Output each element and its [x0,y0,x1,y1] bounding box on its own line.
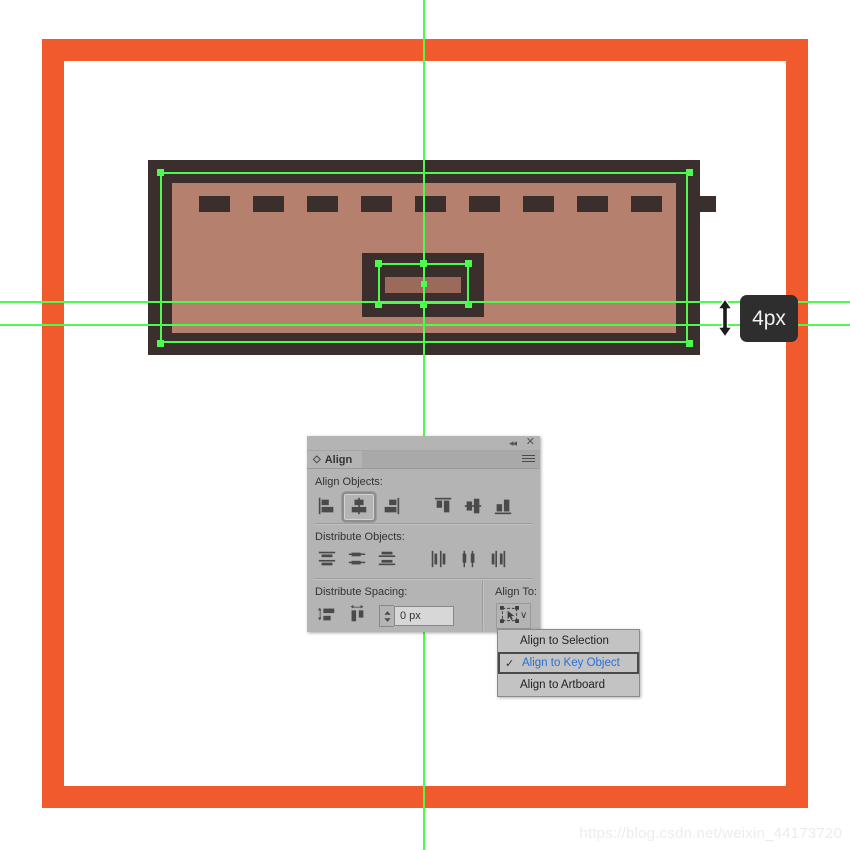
align-to-label: Align To: [495,586,537,598]
divider-vertical [482,581,484,631]
horizontal-distribute-center-icon [459,549,479,572]
horizontal-align-center-icon [349,496,369,519]
tab-align[interactable]: ◇ Align [307,451,363,468]
horizontal-distribute-left-icon [429,549,449,572]
panel-tabstrip: ◇ Align [307,451,540,469]
check-icon: ✓ [505,657,515,670]
vertical-distribute-center-icon [347,549,367,572]
selection-handle-key[interactable] [375,301,382,308]
menu-item-align-to-selection[interactable]: Align to Selection [498,630,639,652]
vertical-distribute-center-button[interactable] [342,547,372,573]
divider-2 [315,578,532,580]
menu-item-label: Align to Selection [520,635,609,647]
align-to-menu[interactable]: Align to Selection ✓ Align to Key Object Al… [497,629,640,697]
distribute-objects-label: Distribute Objects: [315,531,405,543]
spacing-spinner-icon[interactable] [379,605,394,627]
selection-center-anchor [421,281,427,287]
distribute-objects-row [312,547,514,573]
vertical-distribute-space-button[interactable] [312,602,342,628]
key-object-icon [500,606,519,626]
divider-1 [315,523,532,525]
horizontal-distribute-space-button[interactable] [342,602,372,628]
horizontal-align-center-button[interactable] [342,492,376,522]
vertical-distribute-space-icon [317,604,337,627]
menu-item-label: Align to Artboard [520,679,606,691]
horizontal-distribute-left-button[interactable] [424,547,454,573]
selection-handle[interactable] [686,340,693,347]
artwork-dash [685,196,716,212]
selection-outline-artwork [160,172,688,343]
horizontal-align-left-button[interactable] [312,494,342,520]
spacing-input[interactable] [394,606,454,626]
selection-handle-key[interactable] [465,260,472,267]
illustrator-canvas: 4px ◂◂ ✕ ◇ Align Align Objects: Distribu… [0,0,850,850]
vertical-align-top-icon [433,496,453,519]
horizontal-distribute-right-icon [489,549,509,572]
horizontal-align-right-button[interactable] [376,494,406,520]
distribute-spacing-label: Distribute Spacing: [315,586,408,598]
horizontal-align-left-icon [317,496,337,519]
vertical-distribute-bottom-button[interactable] [372,547,402,573]
vertical-distribute-bottom-icon [377,549,397,572]
selection-handle[interactable] [686,169,693,176]
measure-tooltip: 4px [740,295,798,342]
align-to-dropdown-button[interactable]: ∨ [496,603,532,629]
align-objects-label: Align Objects: [315,476,383,488]
vertical-distribute-top-icon [317,549,337,572]
vertical-align-top-button[interactable] [428,494,458,520]
selection-handle[interactable] [157,169,164,176]
panel-menu-icon[interactable] [522,455,535,464]
horizontal-align-right-icon [381,496,401,519]
tab-diamond-icon: ◇ [313,454,321,465]
artboard-orange-frame [42,39,808,808]
vertical-align-bottom-button[interactable] [488,494,518,520]
selection-handle-key[interactable] [420,301,427,308]
vertical-align-bottom-icon [493,496,513,519]
vertical-resize-cursor-icon [714,298,736,338]
vertical-align-center-icon [463,496,483,519]
selection-handle-key[interactable] [375,260,382,267]
align-panel[interactable]: ◂◂ ✕ ◇ Align Align Objects: Distribute O… [307,436,540,632]
menu-item-align-to-key-object[interactable]: ✓ Align to Key Object [498,652,639,674]
tab-align-label: Align [324,453,353,466]
selection-handle-key[interactable] [420,260,427,267]
close-panel-icon[interactable]: ✕ [526,436,535,449]
align-objects-row [312,492,518,522]
menu-item-label: Align to Key Object [522,657,620,669]
vertical-distribute-top-button[interactable] [312,547,342,573]
panel-titlebar: ◂◂ ✕ [307,436,540,451]
collapse-panel-icon[interactable]: ◂◂ [509,437,517,449]
horizontal-distribute-center-button[interactable] [454,547,484,573]
selection-handle[interactable] [157,340,164,347]
selection-handle-key[interactable] [465,301,472,308]
horizontal-distribute-right-button[interactable] [484,547,514,573]
vertical-align-center-button[interactable] [458,494,488,520]
watermark: https://blog.csdn.net/weixin_44173720 [579,825,842,842]
distribute-spacing-row [312,602,372,628]
menu-item-align-to-artboard[interactable]: Align to Artboard [498,674,639,696]
guide-vertical-center [423,0,425,850]
horizontal-distribute-space-icon [347,604,367,627]
chevron-down-icon: ∨ [520,610,528,621]
spacing-stepper[interactable] [379,605,454,627]
